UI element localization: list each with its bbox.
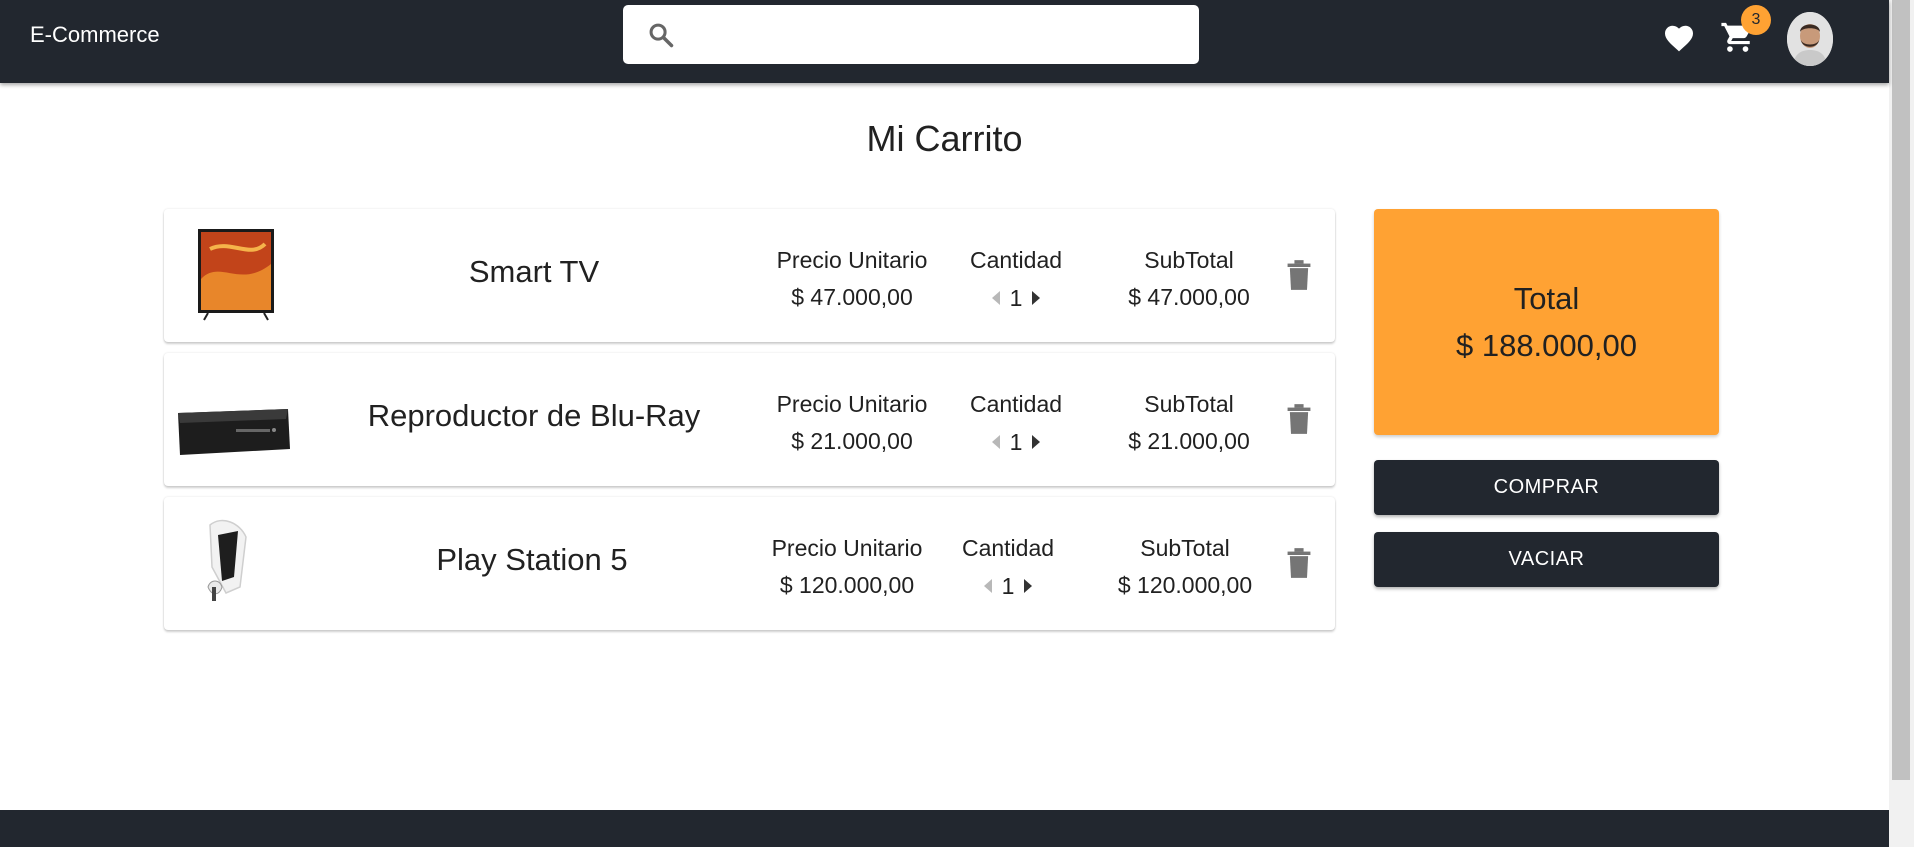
page-title: Mi Carrito [866, 118, 1023, 159]
cart-item-row: Reproductor de Blu-Ray Precio Unitario $… [164, 353, 1335, 486]
subtotal-header: SubTotal [1144, 391, 1234, 417]
subtotal-value: $ 21.000,00 [1128, 428, 1250, 454]
product-name: Reproductor de Blu-Ray [367, 398, 701, 433]
bluray-player-image [178, 409, 290, 455]
subtotal-value: $ 120.000,00 [1117, 572, 1253, 598]
avatar[interactable] [1787, 12, 1833, 66]
subtotal-value: $ 47.000,00 [1128, 284, 1250, 310]
unit-price: $ 21.000,00 [791, 428, 913, 454]
brand-title[interactable]: E-Commerce [30, 22, 160, 48]
quantity-value: 1 [1009, 284, 1023, 311]
trash-icon[interactable] [1285, 259, 1313, 291]
app-header: E-Commerce 3 [0, 0, 1889, 83]
increase-quantity-icon[interactable] [1024, 579, 1033, 593]
footer [0, 810, 1889, 847]
heart-icon[interactable] [1663, 23, 1695, 53]
quantity-value: 1 [1001, 572, 1015, 599]
unit-price: $ 47.000,00 [791, 284, 913, 310]
cart-item-row: Play Station 5 Precio Unitario $ 120.000… [164, 497, 1335, 630]
smart-tv-image [198, 229, 274, 321]
user-photo [1787, 12, 1833, 66]
total-value: $ 188.000,00 [1455, 328, 1637, 363]
search-input[interactable] [695, 15, 1179, 55]
decrease-quantity-icon[interactable] [991, 435, 1000, 449]
price-header: Precio Unitario [776, 391, 928, 417]
trash-icon[interactable] [1285, 403, 1313, 435]
subtotal-header: SubTotal [1140, 535, 1230, 561]
price-header: Precio Unitario [771, 535, 923, 561]
scrollbar-thumb[interactable] [1892, 0, 1910, 780]
price-header: Precio Unitario [776, 247, 928, 273]
search-bar[interactable] [623, 5, 1199, 64]
unit-price: $ 120.000,00 [779, 572, 915, 598]
quantity-stepper: 1 [991, 424, 1041, 461]
decrease-quantity-icon[interactable] [983, 579, 992, 593]
quantity-stepper: 1 [991, 280, 1041, 317]
product-name: Smart TV [468, 254, 600, 289]
subtotal-header: SubTotal [1144, 247, 1234, 273]
quantity-value: 1 [1009, 428, 1023, 455]
quantity-stepper: 1 [983, 568, 1033, 605]
playstation-5-image [207, 519, 247, 601]
increase-quantity-icon[interactable] [1032, 435, 1041, 449]
quantity-header: Cantidad [969, 391, 1063, 417]
trash-icon[interactable] [1285, 547, 1313, 579]
decrease-quantity-icon[interactable] [991, 291, 1000, 305]
buy-button[interactable]: COMPRAR [1374, 460, 1719, 515]
empty-cart-button[interactable]: VACIAR [1374, 532, 1719, 587]
quantity-header: Cantidad [961, 535, 1055, 561]
product-name: Play Station 5 [436, 542, 628, 577]
quantity-header: Cantidad [969, 247, 1063, 273]
search-icon [649, 23, 674, 48]
total-label: Total [1513, 281, 1580, 316]
cart-count-badge: 3 [1741, 5, 1771, 35]
total-card: Total $ 188.000,00 [1374, 209, 1719, 435]
cart-item-row: Smart TV Precio Unitario $ 47.000,00 Can… [164, 209, 1335, 342]
increase-quantity-icon[interactable] [1032, 291, 1041, 305]
